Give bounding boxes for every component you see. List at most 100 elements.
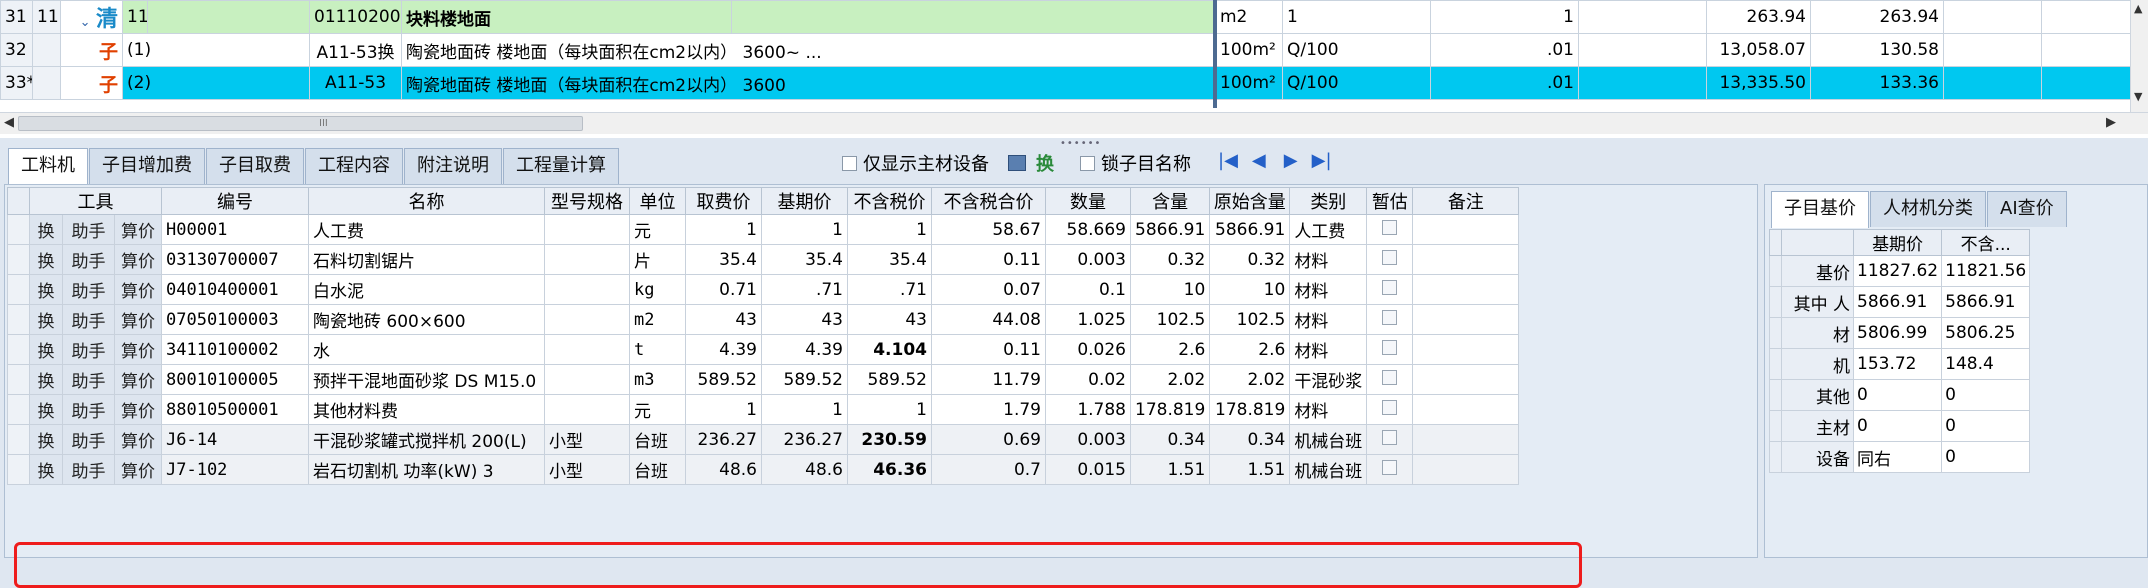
base-price-cell[interactable]: 43 <box>762 305 848 335</box>
table-row[interactable]: 换助手算价J6-14干混砂浆罐式搅拌机 200(L)小型台班236.27236.… <box>8 425 1519 455</box>
table-row[interactable]: 换助手算价07050100003陶瓷地砖 600×600m243434344.0… <box>8 305 1519 335</box>
name-cell[interactable]: 块料楼地面 <box>402 1 732 34</box>
row-indicator[interactable] <box>8 335 30 365</box>
ex-tax-price-cell[interactable]: 1 <box>848 395 932 425</box>
vertical-scrollbar[interactable]: ▲ ▼ <box>2130 0 2148 112</box>
content-cell[interactable]: 0.32 <box>1131 245 1210 275</box>
table-row[interactable]: 换助手算价J7-102岩石切割机 功率(kW) 3小型台班48.648.646.… <box>8 455 1519 485</box>
table-row[interactable]: 32 子 (1) A11-53换 陶瓷地面砖 楼地面（每块面积在cm2以内） 3… <box>1 34 2148 67</box>
row-indicator[interactable] <box>8 395 30 425</box>
content-cell[interactable]: 178.819 <box>1131 395 1210 425</box>
unit-cell[interactable]: 元 <box>630 215 686 245</box>
spec-cell[interactable] <box>545 335 630 365</box>
remark-cell[interactable] <box>1413 215 1519 245</box>
name-cell[interactable]: 预拌干混地面砂浆 DS M15.0 <box>309 365 545 395</box>
row-indicator[interactable] <box>8 305 30 335</box>
col-header-tool[interactable]: 工具 <box>30 188 162 215</box>
table-row[interactable]: 其中 人5866.915866.91 <box>1770 287 2030 318</box>
spec-cell[interactable] <box>545 365 630 395</box>
fee-price-cell[interactable]: 236.27 <box>686 425 762 455</box>
tab-labor-material-machine[interactable]: 工料机 <box>8 148 88 185</box>
code-cell[interactable]: A11-53 <box>310 67 402 100</box>
fee-price-cell[interactable]: 1 <box>686 215 762 245</box>
code-cell[interactable]: 80010100005 <box>162 365 309 395</box>
unit-cell[interactable]: m2 <box>630 305 686 335</box>
provisional-cell[interactable] <box>1367 245 1413 275</box>
calc-price-button[interactable]: 算价 <box>115 305 162 335</box>
ex-tax-price-cell[interactable]: 1 <box>848 215 932 245</box>
assistant-button[interactable]: 助手 <box>63 215 115 245</box>
last-record-icon[interactable]: ▶| <box>1312 150 1332 171</box>
name-cell[interactable]: 干混砂浆罐式搅拌机 200(L) <box>309 425 545 455</box>
pane-splitter[interactable]: •••••• <box>1060 138 1101 149</box>
tab-fee-settings[interactable]: 子目取费 <box>206 148 304 184</box>
remark-cell[interactable] <box>1413 455 1519 485</box>
table-row[interactable]: 换助手算价34110100002水t4.394.394.1040.110.026… <box>8 335 1519 365</box>
assistant-button[interactable]: 助手 <box>63 395 115 425</box>
code-cell[interactable]: 03130700007 <box>162 245 309 275</box>
unit-cell[interactable]: 元 <box>630 395 686 425</box>
remark-cell[interactable] <box>1413 335 1519 365</box>
provisional-checkbox[interactable] <box>1382 400 1397 415</box>
col-header-code[interactable]: 编号 <box>162 188 309 215</box>
base-price-cell[interactable]: 35.4 <box>762 245 848 275</box>
content-cell[interactable]: 2.02 <box>1131 365 1210 395</box>
assistant-button[interactable]: 助手 <box>63 455 115 485</box>
spec-cell[interactable] <box>545 245 630 275</box>
table-row[interactable]: 换助手算价88010500001其他材料费元1111.791.788178.81… <box>8 395 1519 425</box>
calc-price-button[interactable]: 算价 <box>115 245 162 275</box>
ex-tax-price-cell[interactable]: 230.59 <box>848 425 932 455</box>
lock-name-checkbox[interactable] <box>1080 156 1095 171</box>
col-header-remark[interactable]: 备注 <box>1413 188 1519 215</box>
tab-resource-category[interactable]: 人材机分类 <box>1870 191 1986 227</box>
provisional-checkbox[interactable] <box>1382 280 1397 295</box>
col-header-base[interactable]: 基期价 <box>1854 230 1942 256</box>
tab-notes[interactable]: 附注说明 <box>404 148 502 184</box>
code-cell[interactable]: 88010500001 <box>162 395 309 425</box>
swap-button[interactable]: 换 <box>30 395 63 425</box>
row-indicator[interactable] <box>8 245 30 275</box>
remark-cell[interactable] <box>1413 425 1519 455</box>
col-header-name[interactable]: 名称 <box>309 188 545 215</box>
remark-cell[interactable] <box>1413 365 1519 395</box>
base-price-cell[interactable]: 48.6 <box>762 455 848 485</box>
qty-expr-cell[interactable]: 1 <box>1283 1 1431 34</box>
unit-cell[interactable]: 100m² <box>1216 34 1283 67</box>
row-indicator[interactable] <box>8 365 30 395</box>
name-cell[interactable]: 其他材料费 <box>309 395 545 425</box>
spec-cell[interactable]: 小型 <box>545 425 630 455</box>
qty-cell[interactable]: .01 <box>1431 67 1579 100</box>
swap-button[interactable]: 换 <box>30 455 63 485</box>
scroll-up-icon[interactable]: ▲ <box>2134 2 2142 15</box>
row-indicator[interactable] <box>8 455 30 485</box>
table-row[interactable]: 换助手算价04010400001白水泥kg0.71.71.710.070.110… <box>8 275 1519 305</box>
provisional-cell[interactable] <box>1367 305 1413 335</box>
spec-cell[interactable]: 小型 <box>545 455 630 485</box>
spec-cell[interactable] <box>545 215 630 245</box>
name-cell[interactable]: 人工费 <box>309 215 545 245</box>
qty-cell[interactable]: 58.669 <box>1046 215 1131 245</box>
provisional-cell[interactable] <box>1367 335 1413 365</box>
tab-extra-fees[interactable]: 子目增加费 <box>89 148 205 184</box>
provisional-checkbox[interactable] <box>1382 310 1397 325</box>
qty-cell[interactable]: 1.788 <box>1046 395 1131 425</box>
col-header-fee-price[interactable]: 取费价 <box>686 188 762 215</box>
table-row[interactable]: 其他00 <box>1770 380 2030 411</box>
spec-cell[interactable] <box>545 305 630 335</box>
base-price-cell[interactable]: 1 <box>762 395 848 425</box>
unit-cell[interactable]: t <box>630 335 686 365</box>
name-cell[interactable]: 石料切割锯片 <box>309 245 545 275</box>
assistant-button[interactable]: 助手 <box>63 365 115 395</box>
ex-tax-price-cell[interactable]: 589.52 <box>848 365 932 395</box>
content-cell[interactable]: 5866.91 <box>1131 215 1210 245</box>
table-row-selected[interactable]: 33* 子 (2) A11-53 陶瓷地面砖 楼地面（每块面积在cm2以内） 3… <box>1 67 2148 100</box>
row-indicator[interactable] <box>8 275 30 305</box>
name-cell[interactable]: 水 <box>309 335 545 365</box>
col-header-provisional[interactable]: 暂估 <box>1367 188 1413 215</box>
name-cell[interactable]: 陶瓷地面砖 楼地面（每块面积在cm2以内） 3600~ ... <box>402 34 1216 67</box>
qty-cell[interactable]: .01 <box>1431 34 1579 67</box>
qty-expr-cell[interactable]: Q/100 <box>1283 67 1431 100</box>
row-indicator[interactable] <box>8 425 30 455</box>
base-price-cell[interactable]: 4.39 <box>762 335 848 365</box>
col-header-orig-content[interactable]: 原始含量 <box>1210 188 1290 215</box>
